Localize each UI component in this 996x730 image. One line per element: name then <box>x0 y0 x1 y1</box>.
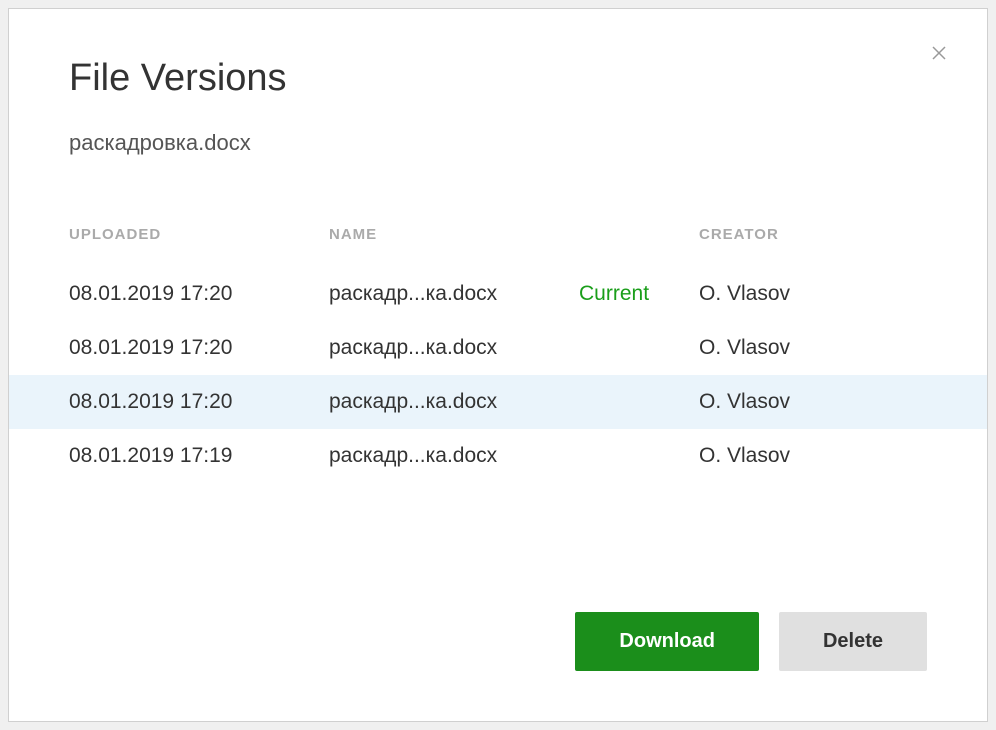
cell-creator: O. Vlasov <box>699 282 927 306</box>
cell-uploaded: 08.01.2019 17:20 <box>69 390 329 414</box>
cell-uploaded: 08.01.2019 17:19 <box>69 444 329 468</box>
cell-name: раскадр...ка.docx <box>329 390 579 414</box>
table-body: 08.01.2019 17:20раскадр...ка.docxCurrent… <box>69 267 927 483</box>
table-row[interactable]: 08.01.2019 17:20раскадр...ка.docx O. Vlas… <box>9 375 987 429</box>
header-uploaded: UPLOADED <box>69 226 329 243</box>
cell-uploaded: 08.01.2019 17:20 <box>69 282 329 306</box>
cell-name: раскадр...ка.docx <box>329 336 579 360</box>
table-header: UPLOADED NAME CREATOR <box>69 226 927 267</box>
cell-status: Current <box>579 282 699 306</box>
cell-uploaded: 08.01.2019 17:20 <box>69 336 329 360</box>
filename-label: раскадровка.docx <box>69 130 927 156</box>
cell-name: раскадр...ка.docx <box>329 282 579 306</box>
file-versions-dialog: File Versions раскадровка.docx UPLOADED … <box>8 8 988 722</box>
header-name: NAME <box>329 226 579 243</box>
header-creator: CREATOR <box>699 226 927 243</box>
header-status <box>579 226 699 243</box>
cell-creator: O. Vlasov <box>699 336 927 360</box>
cell-creator: O. Vlasov <box>699 390 927 414</box>
table-row[interactable]: 08.01.2019 17:20раскадр...ка.docx O. Vlas… <box>69 321 927 375</box>
cell-creator: O. Vlasov <box>699 444 927 468</box>
close-icon <box>930 44 948 62</box>
table-row[interactable]: 08.01.2019 17:19раскадр...ка.docx O. Vlas… <box>69 429 927 483</box>
cell-name: раскадр...ка.docx <box>329 444 579 468</box>
close-button[interactable] <box>923 37 955 69</box>
versions-table: UPLOADED NAME CREATOR 08.01.2019 17:20ра… <box>69 226 927 483</box>
table-row[interactable]: 08.01.2019 17:20раскадр...ка.docxCurrent… <box>69 267 927 321</box>
dialog-footer: Download Delete <box>575 612 927 671</box>
delete-button[interactable]: Delete <box>779 612 927 671</box>
dialog-title: File Versions <box>69 57 927 100</box>
download-button[interactable]: Download <box>575 612 759 671</box>
